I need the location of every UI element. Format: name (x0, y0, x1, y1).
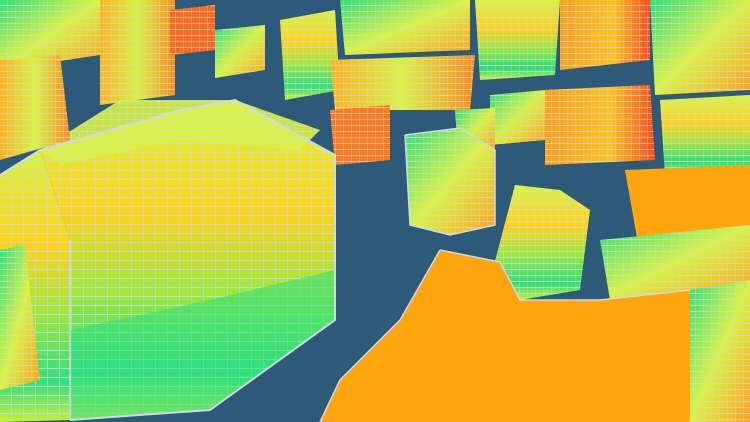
render-canvas (0, 0, 750, 422)
city-heatmap-render (0, 0, 750, 422)
middle-small-building (404, 127, 496, 236)
